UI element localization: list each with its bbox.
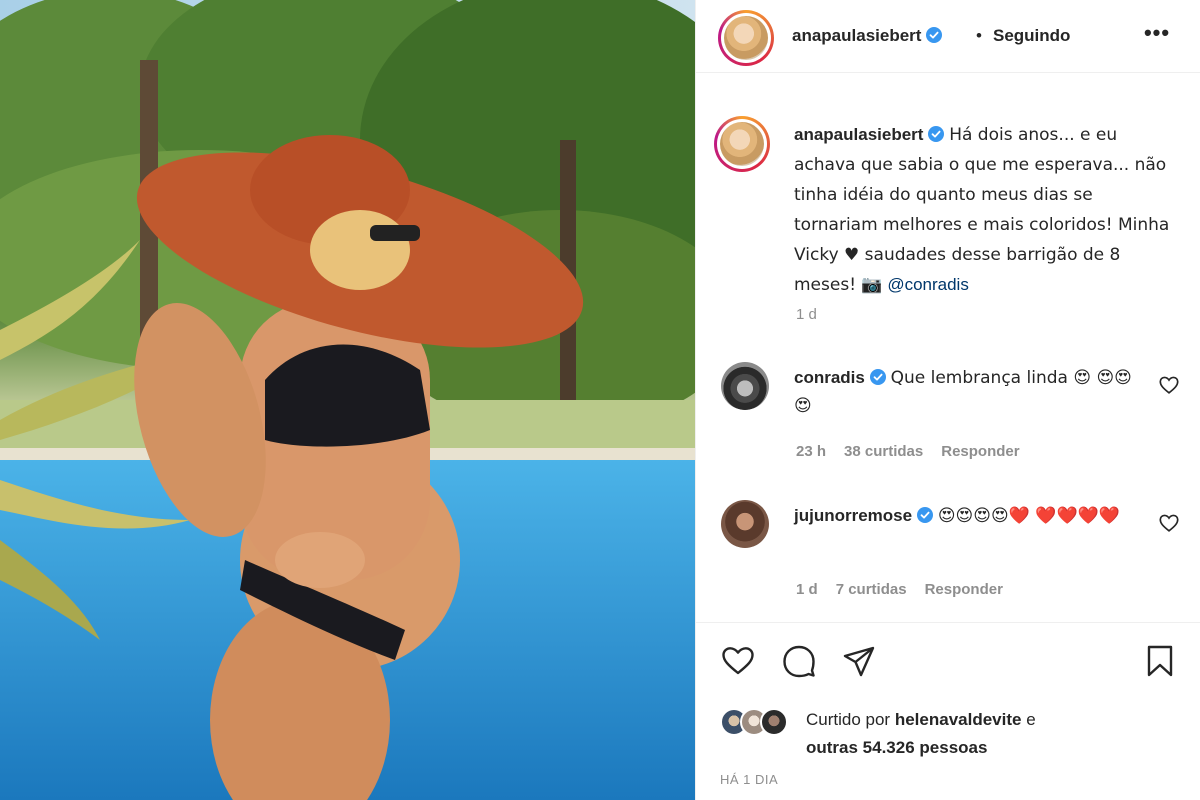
- author-username[interactable]: anapaulasiebert: [792, 26, 943, 46]
- liked-by-others-link[interactable]: outras 54.326 pessoas: [806, 738, 987, 757]
- comment-like-heart-icon[interactable]: [1158, 512, 1180, 534]
- caption-timestamp[interactable]: 1 d: [796, 306, 817, 323]
- more-options-icon[interactable]: •••: [1142, 18, 1172, 48]
- comment-body: 😍😍😍😍❤️ ❤️❤️❤️❤️: [937, 506, 1120, 526]
- separator-dot: •: [976, 26, 982, 45]
- comment-text: conradis Que lembrança linda 😍 😍😍😍: [794, 364, 1149, 420]
- comment-text: jujunorremose 😍😍😍😍❤️ ❤️❤️❤️❤️: [794, 502, 1149, 530]
- caption-mention-link[interactable]: @conradis: [887, 275, 969, 294]
- caption-username[interactable]: anapaulasiebert: [794, 125, 923, 144]
- like-heart-icon[interactable]: [720, 643, 756, 679]
- comment-avatar[interactable]: [721, 362, 769, 410]
- post-photo[interactable]: [0, 0, 695, 800]
- comment-likes-count[interactable]: 38 curtidas: [844, 443, 923, 460]
- comment-username[interactable]: conradis: [794, 368, 865, 387]
- liked-by-prefix: Curtido por: [806, 710, 891, 729]
- comment-meta: 1 d 7 curtidas Responder: [796, 581, 1021, 598]
- comment-username[interactable]: jujunorremose: [794, 506, 912, 525]
- liker-avatar: [760, 708, 788, 736]
- comment-reply-button[interactable]: Responder: [925, 581, 1003, 598]
- comment-meta: 23 h 38 curtidas Responder: [796, 443, 1038, 460]
- comment-timestamp[interactable]: 1 d: [796, 581, 818, 598]
- comment-reply-button[interactable]: Responder: [941, 443, 1019, 460]
- post-photo-illustration: [0, 0, 695, 800]
- verified-badge-icon: [928, 126, 945, 142]
- comment-likes-count[interactable]: 7 curtidas: [836, 581, 907, 598]
- author-avatar[interactable]: [718, 10, 774, 66]
- share-paper-plane-icon[interactable]: [841, 643, 877, 679]
- liked-by-user-link[interactable]: helenavaldevite: [895, 710, 1022, 729]
- caption-text: Há dois anos... e eu achava que sabia o …: [794, 125, 1170, 295]
- verified-badge-icon: [926, 27, 943, 43]
- post-side-panel: anapaulasiebert • Seguindo ••• anapaulas…: [696, 0, 1200, 800]
- caption-author-avatar[interactable]: [714, 116, 770, 172]
- post-caption: anapaulasiebert Há dois anos... e eu ach…: [794, 120, 1179, 300]
- verified-badge-icon: [869, 369, 886, 385]
- post-actions-bar: [696, 622, 1200, 702]
- verified-badge-icon: [917, 507, 934, 523]
- comment-bubble-icon[interactable]: [781, 643, 817, 679]
- liked-by-avatars[interactable]: [720, 704, 800, 740]
- comment-avatar[interactable]: [721, 500, 769, 548]
- save-bookmark-icon[interactable]: [1142, 643, 1178, 679]
- post-header: anapaulasiebert • Seguindo •••: [696, 0, 1200, 73]
- liked-by-text: Curtido por helenavaldevite e outras 54.…: [806, 706, 1176, 762]
- following-button[interactable]: Seguindo: [993, 26, 1070, 46]
- liked-by-connector: e: [1026, 710, 1036, 729]
- comment-timestamp[interactable]: 23 h: [796, 443, 826, 460]
- comment-like-heart-icon[interactable]: [1158, 374, 1180, 396]
- post-timestamp[interactable]: HÁ 1 DIA: [720, 772, 778, 787]
